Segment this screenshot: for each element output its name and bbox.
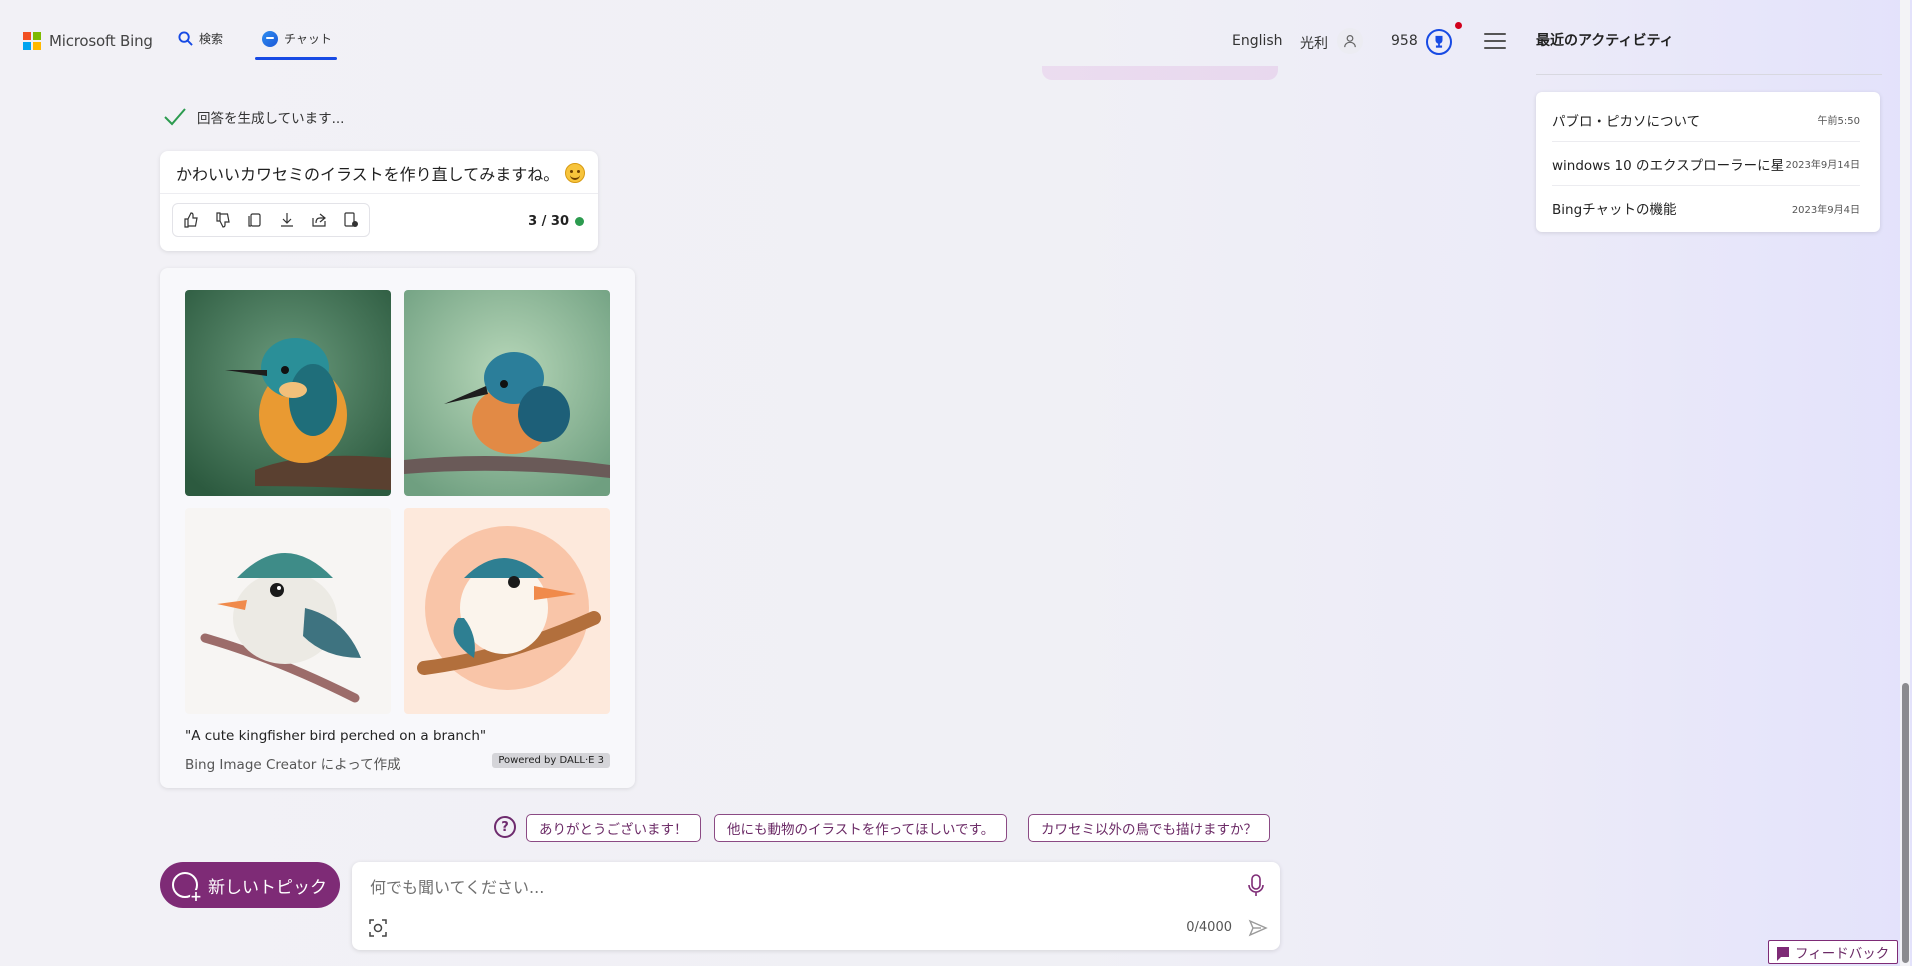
help-question-icon[interactable]: ? [494,816,516,838]
thumbs-up-icon [184,212,198,228]
suggestion-chip[interactable]: 他にも動物のイラストを作ってほしいです。 [714,814,1008,842]
microsoft-logo-icon [23,32,41,50]
recent-activity-list: パブロ・ピカソについて 午前5:50 windows 10 のエクスプローラーに… [1536,92,1880,232]
reply-action-bar [172,203,370,237]
dalle-badge: Powered by DALL·E 3 [492,753,610,768]
rewards-points: 958 [1391,33,1418,49]
tab-search[interactable]: 検索 [178,30,223,47]
thumbs-down-icon [216,212,230,228]
suggestion-chip[interactable]: カワセミ以外の鳥でも描けますか？ [1028,814,1270,842]
divider [160,193,598,194]
kingfisher-image [404,290,610,496]
new-topic-button[interactable]: 新しいトピック [160,862,340,908]
feedback-icon [1777,947,1789,961]
previous-message-bubble [1042,66,1278,80]
rewards-trophy-icon[interactable] [1426,29,1452,55]
share-icon [312,213,326,227]
image-creator-label: Bing Image Creator によって作成 [185,757,401,773]
status-dot-icon [575,217,584,226]
activity-item-time: 2023年9月14日 [1785,160,1860,171]
kingfisher-image [185,290,391,496]
send-icon[interactable] [1248,918,1268,938]
hamburger-menu-icon[interactable] [1484,33,1506,49]
char-count: 0/4000 [1186,920,1232,935]
recent-activity-title: 最近のアクティビティ [1536,33,1674,49]
download-button[interactable] [271,204,303,236]
reply-text-row: かわいいカワセミのイラストを作り直してみますね。 [176,161,586,185]
cartoon-kingfisher-image [185,508,391,714]
logo-text: Microsoft Bing [49,32,153,50]
smile-emoji-icon [565,163,586,183]
tab-chat-label: チャット [284,32,332,46]
user-name[interactable]: 光利 [1300,33,1328,53]
copy-icon [248,213,261,227]
generated-image[interactable] [185,508,391,714]
checkmark-icon [164,108,186,126]
reply-text: かわいいカワセミのイラストを作り直してみますね。 [176,165,560,184]
activity-item-time: 2023年9月4日 [1791,204,1860,216]
microphone-icon[interactable] [1246,874,1266,898]
generated-image[interactable] [404,290,610,496]
share-button[interactable] [303,204,335,236]
assistant-reply-card: かわいいカワセミのイラストを作り直してみますね。 3 / 30 [160,151,598,251]
user-avatar-icon[interactable] [1337,28,1363,54]
tab-search-label: 検索 [199,32,224,46]
turn-counter: 3 / 30 [528,214,584,229]
tab-chat[interactable]: チャット [262,30,332,47]
chat-icon [262,30,278,47]
export-button[interactable] [335,204,367,236]
activity-item-label: Bingチャットの機能 [1552,202,1677,218]
generation-status: 回答を生成しています... [163,107,344,127]
active-tab-indicator [255,57,337,60]
status-text: 回答を生成しています... [197,111,345,127]
turn-counter-text: 3 / 30 [528,214,569,229]
like-button[interactable] [175,204,207,236]
scrollbar-thumb[interactable] [1902,683,1909,963]
copy-button[interactable] [239,204,271,236]
generated-image[interactable] [404,508,610,714]
search-icon [178,31,193,46]
visual-search-icon[interactable] [368,918,388,938]
activity-item-label: windows 10 のエクスプローラーに星 [1552,157,1784,174]
activity-item[interactable]: パブロ・ピカソについて 午前5:50 [1552,98,1860,142]
chat-input[interactable] [368,874,1208,900]
divider [1536,74,1882,75]
bing-logo[interactable]: Microsoft Bing [23,32,153,50]
image-result-card: "A cute kingfisher bird perched on a bra… [160,268,635,788]
dislike-button[interactable] [207,204,239,236]
export-icon [344,212,358,227]
feedback-button[interactable]: フィードバック [1768,940,1899,964]
new-topic-label: 新しいトピック [208,877,327,898]
activity-item[interactable]: windows 10 のエクスプローラーに星 2023年9月14日 [1552,142,1860,186]
activity-item-label: パブロ・ピカソについて [1552,113,1701,130]
suggestion-chip[interactable]: ありがとうございます！ [526,814,701,842]
cartoon-kingfisher-image [404,508,610,714]
feedback-label: フィードバック [1795,946,1890,962]
language-link[interactable]: English [1232,33,1283,49]
chat-input-box: 0/4000 [352,862,1280,950]
new-topic-icon [172,872,202,904]
activity-item[interactable]: Bingチャットの機能 2023年9月4日 [1552,186,1860,230]
image-prompt-caption: "A cute kingfisher bird perched on a bra… [185,728,487,744]
activity-item-time: 午前5:50 [1817,116,1860,127]
notification-dot [1455,22,1462,29]
download-icon [281,213,293,227]
generated-image[interactable] [185,290,391,496]
